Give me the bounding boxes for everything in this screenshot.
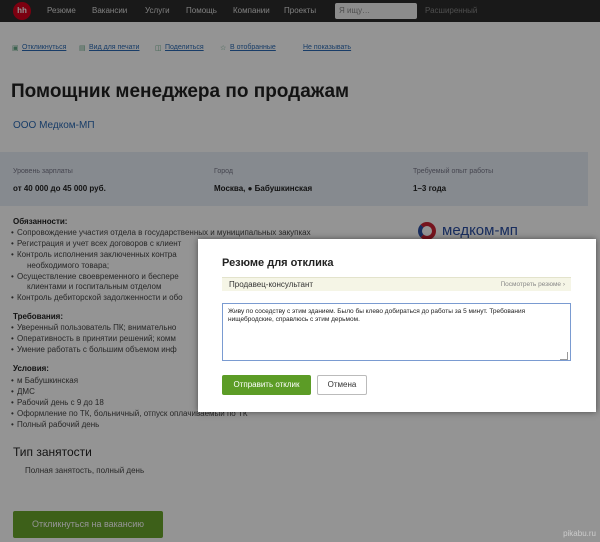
send-response-button[interactable]: Отправить отклик xyxy=(222,375,311,395)
cancel-button[interactable]: Отмена xyxy=(317,375,367,395)
modal-title: Резюме для отклика xyxy=(222,257,334,269)
cover-letter-textarea[interactable]: Живу по соседству с этим зданием. Было б… xyxy=(222,303,571,361)
watermark: pikabu.ru xyxy=(563,529,596,538)
response-modal: Резюме для отклика Продавец-консультант … xyxy=(198,239,596,412)
resume-name: Продавец-консультант xyxy=(229,280,314,289)
textarea-resize-handle[interactable] xyxy=(560,352,568,360)
view-resume-link[interactable]: Посмотреть резюме › xyxy=(500,281,565,288)
resume-select-row[interactable]: Продавец-консультант Посмотреть резюме › xyxy=(222,277,571,291)
